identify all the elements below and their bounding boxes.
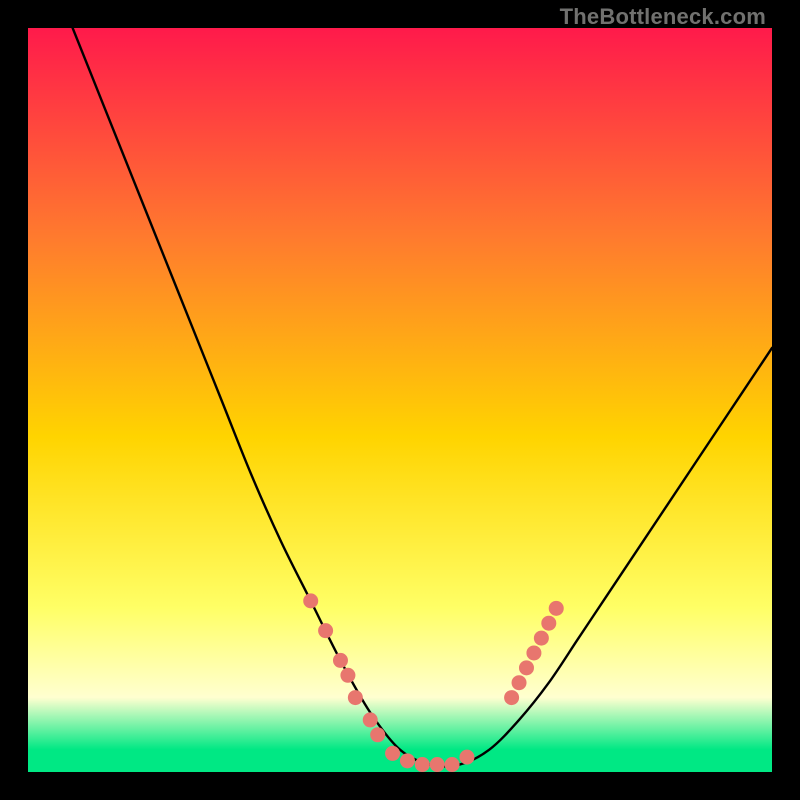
curve-marker xyxy=(504,690,519,705)
curve-marker xyxy=(519,660,534,675)
curve-marker xyxy=(445,757,460,772)
curve-marker xyxy=(340,668,355,683)
curve-marker xyxy=(430,757,445,772)
chart-frame xyxy=(28,28,772,772)
plot-area xyxy=(28,28,772,772)
curve-marker xyxy=(400,753,415,768)
curve-marker xyxy=(512,675,527,690)
watermark-text: TheBottleneck.com xyxy=(560,4,766,30)
curve-marker xyxy=(459,750,474,765)
curve-marker xyxy=(348,690,363,705)
curve-marker xyxy=(333,653,348,668)
curve-marker xyxy=(534,631,549,646)
curve-marker xyxy=(318,623,333,638)
curve-marker xyxy=(370,727,385,742)
curve-marker xyxy=(549,601,564,616)
curve-marker xyxy=(303,593,318,608)
curve-marker xyxy=(363,712,378,727)
curve-marker xyxy=(415,757,430,772)
gradient-background xyxy=(28,28,772,772)
curve-marker xyxy=(385,746,400,761)
curve-marker xyxy=(541,616,556,631)
curve-marker xyxy=(526,645,541,660)
bottleneck-chart xyxy=(28,28,772,772)
